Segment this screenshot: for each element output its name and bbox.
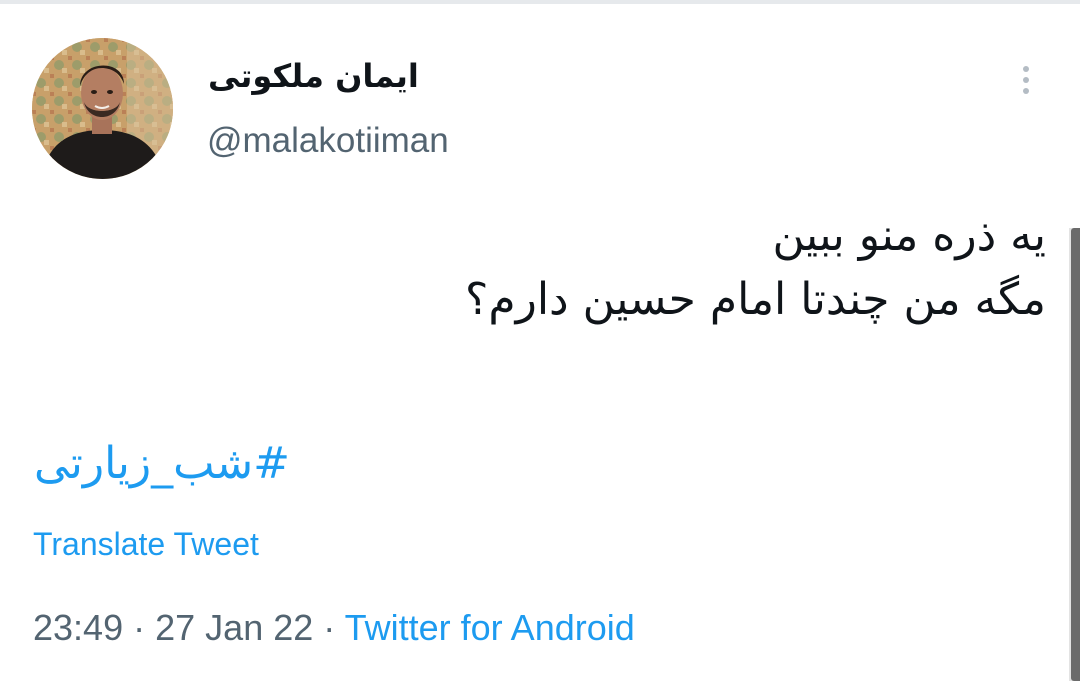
author-handle[interactable]: @malakotiiman [207, 116, 449, 166]
tweet-time[interactable]: 23:49 [33, 607, 123, 648]
top-divider [0, 0, 1080, 4]
tweet-card: ایمان ملکوتی @malakotiiman یه ذره منو بب… [0, 0, 1080, 681]
tweet-text-line: یه ذره منو ببین [772, 210, 1046, 261]
tweet-metadata: 23:49 · 27 Jan 22 · Twitter for Android [33, 602, 635, 654]
translate-tweet-link[interactable]: Translate Tweet [33, 522, 259, 566]
avatar-image [32, 38, 173, 179]
hashtag-link[interactable]: #شب_زیارتی [34, 432, 290, 496]
avatar[interactable] [32, 38, 173, 179]
tweet-source-link[interactable]: Twitter for Android [345, 607, 635, 648]
tweet-text-line: مگه من چندتا امام حسین دارم؟ [464, 274, 1046, 325]
meta-separator: · [133, 607, 146, 648]
author-display-name[interactable]: ایمان ملکوتی [208, 52, 448, 100]
scrollbar-thumb[interactable] [1071, 228, 1080, 681]
tweet-date[interactable]: 27 Jan 22 [155, 607, 313, 648]
more-options-button[interactable] [1008, 56, 1044, 104]
meta-separator: · [323, 607, 336, 648]
tweet-text: یه ذره منو ببین مگه من چندتا امام حسین د… [46, 204, 1046, 332]
